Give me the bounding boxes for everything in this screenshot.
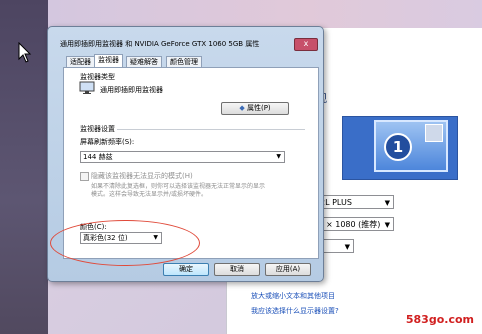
refresh-rate-value: 144 赫兹 — [83, 153, 113, 161]
refresh-rate-select[interactable]: 144 赫兹 ▼ — [80, 151, 285, 163]
properties-button-label: 属性(P) — [246, 104, 271, 112]
apply-button[interactable]: 应用(A) — [265, 263, 311, 276]
hide-modes-label: 隐藏该监视器无法显示的模式(H) — [91, 172, 193, 180]
mouse-cursor-icon — [18, 42, 32, 63]
monitor-settings-heading: 监视器设置 — [80, 125, 115, 133]
divider — [117, 129, 305, 130]
highlight-oval — [50, 220, 200, 266]
monitor-name: 通用即插即用监视器 — [100, 86, 163, 94]
refresh-rate-label: 屏幕刷新频率(S): — [80, 138, 135, 146]
desktop-background — [48, 0, 482, 28]
watermark: 583go.com — [405, 313, 474, 326]
tab-troubleshoot[interactable]: 疑难解答 — [126, 56, 162, 67]
tab-adapter[interactable]: 适配器 — [66, 56, 95, 67]
monitor-number-badge: 1 — [384, 133, 412, 161]
monitor-preview-mini-icon — [425, 124, 443, 142]
chevron-down-icon: ▼ — [384, 199, 390, 207]
display-select[interactable]: 2L PLUS ▼ — [316, 195, 394, 209]
chevron-down-icon: ▼ — [344, 243, 350, 251]
monitor-icon — [79, 81, 95, 94]
display-settings-help-link[interactable]: 我应该选择什么显示器设置? — [251, 306, 339, 316]
resolution-select-value: × 1080 (推荐) — [326, 220, 381, 229]
properties-button[interactable]: ◆ 属性(P) — [221, 102, 289, 115]
tab-color-management[interactable]: 颜色管理 — [166, 56, 202, 67]
chevron-down-icon: ▼ — [384, 221, 390, 229]
tab-monitor[interactable]: 监视器 — [94, 54, 123, 67]
dialog-title: 通用即插即用监视器 和 NVIDIA GeForce GTX 1060 5GB … — [60, 40, 260, 48]
warning-text-line-2: 模式。这样会导致无法显示并/或损坏硬件。 — [91, 191, 208, 198]
close-button[interactable]: x — [294, 38, 318, 51]
orientation-select[interactable]: ▼ — [322, 239, 354, 253]
text-size-link[interactable]: 放大或缩小文本和其他项目 — [251, 291, 335, 301]
cancel-button[interactable]: 取消 — [214, 263, 260, 276]
display-select-value: 2L PLUS — [320, 198, 352, 207]
chevron-down-icon: ▼ — [276, 153, 281, 160]
close-icon: x — [303, 39, 309, 48]
shield-icon: ◆ — [239, 104, 245, 112]
resolution-select[interactable]: × 1080 (推荐) ▼ — [322, 217, 394, 231]
hide-modes-checkbox[interactable] — [80, 172, 89, 181]
ok-button[interactable]: 确定 — [163, 263, 209, 276]
